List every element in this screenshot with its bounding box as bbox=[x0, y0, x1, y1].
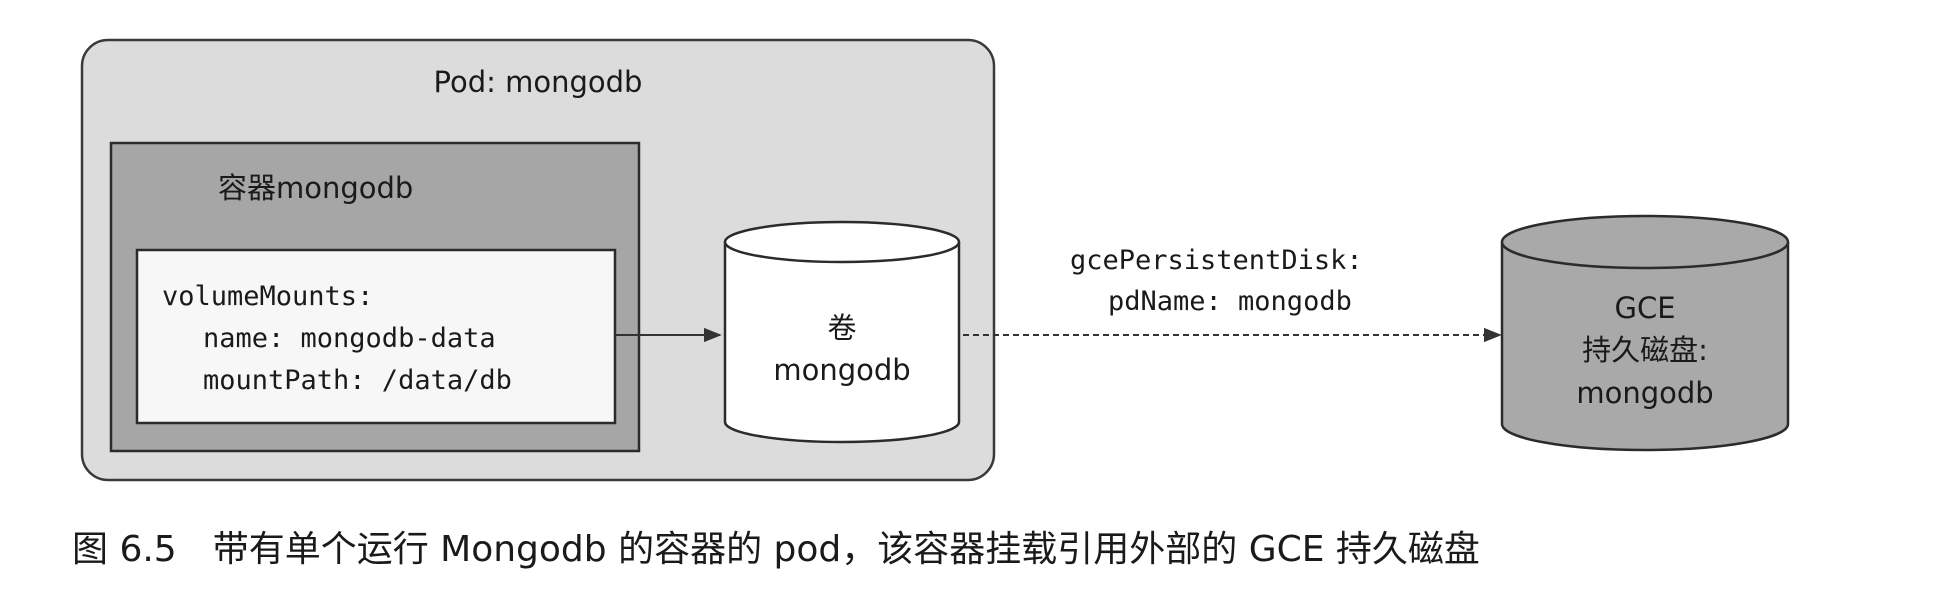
pod-label: Pod: mongodb bbox=[434, 65, 643, 99]
volume-mounts-line-3: mountPath: /data/db bbox=[203, 365, 512, 396]
volume-label-1: 卷 bbox=[827, 311, 856, 345]
figure-caption-text: 带有单个运行 Mongodb 的容器的 pod，该容器挂载引用外部的 GCE 持… bbox=[212, 529, 1480, 570]
disk-label-2: 持久磁盘: bbox=[1582, 333, 1708, 367]
diagram-stage: Pod: mongodb 容器mongodb volumeMounts: nam… bbox=[0, 0, 1960, 606]
link-label-2: pdName: mongodb bbox=[1108, 286, 1352, 317]
link-label-1: gcePersistentDisk: bbox=[1070, 245, 1363, 276]
volume-mounts-line-1: volumeMounts: bbox=[162, 281, 373, 312]
disk-label-1: GCE bbox=[1614, 291, 1675, 325]
pod-volume-diagram: Pod: mongodb 容器mongodb volumeMounts: nam… bbox=[80, 38, 1790, 482]
figure-caption: 图 6.5 带有单个运行 Mongodb 的容器的 pod，该容器挂载引用外部的 … bbox=[72, 520, 1480, 572]
volume-label-2: mongodb bbox=[773, 353, 910, 387]
volume-mounts-line-2: name: mongodb-data bbox=[203, 323, 496, 354]
figure-number: 图 6.5 bbox=[72, 529, 177, 570]
disk-label-3: mongodb bbox=[1576, 376, 1713, 410]
container-label: 容器mongodb bbox=[218, 171, 413, 205]
